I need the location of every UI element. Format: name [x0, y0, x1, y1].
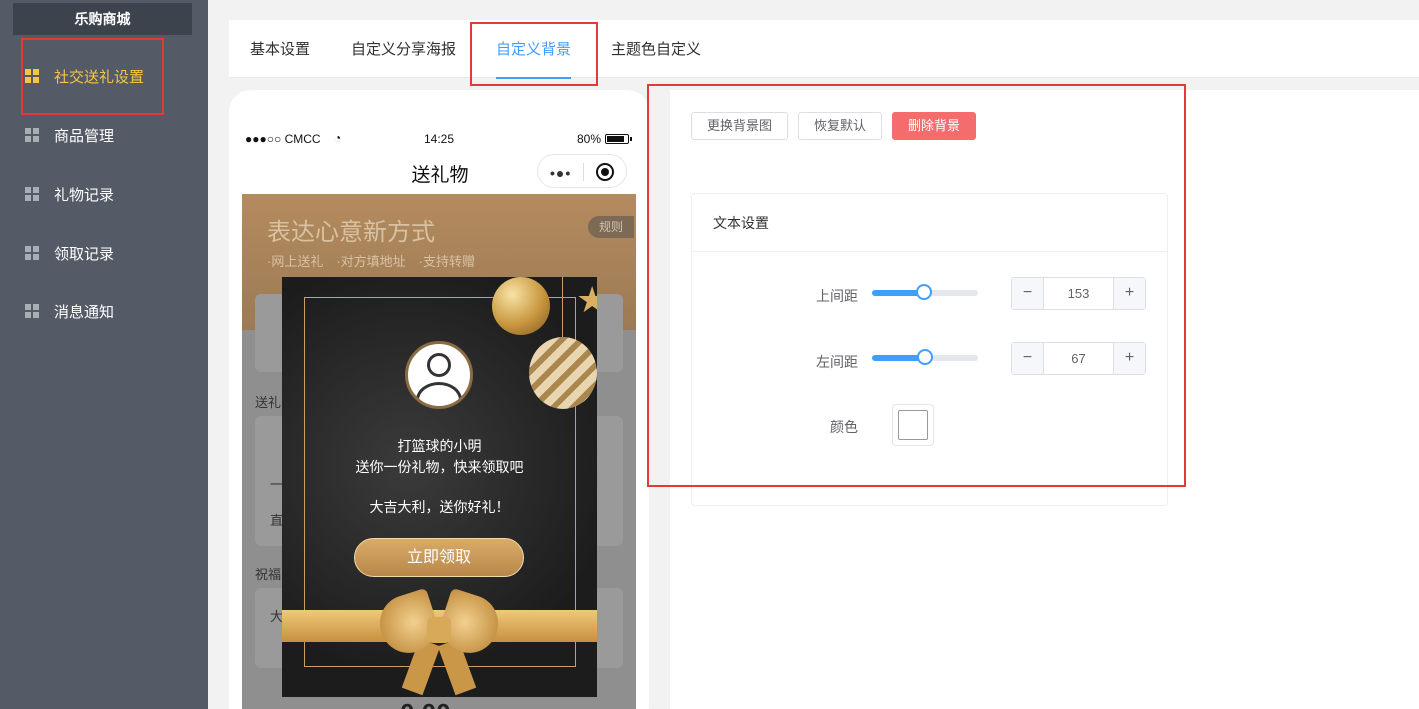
close-target-icon [596, 163, 614, 181]
ornament-ball-icon [492, 277, 550, 335]
more-icon: •●• [550, 165, 572, 181]
preview-nav-title: 送礼物 [411, 165, 469, 186]
color-swatch[interactable] [898, 410, 928, 440]
ornament-ball-icon [529, 337, 597, 409]
top-margin-slider[interactable] [872, 284, 978, 300]
top-margin-stepper[interactable]: − 153 + [1011, 277, 1146, 310]
delete-background-button[interactable]: 删除背景 [892, 112, 976, 140]
grid-icon [25, 187, 39, 201]
mini-program-capsule: •●• [537, 154, 627, 188]
sidebar-item-notifications[interactable]: 消息通知 [0, 291, 208, 331]
sidebar-item-label: 领取记录 [54, 245, 115, 263]
phone-status-bar: ●●●○○ CMCC ◔ 14:25 80% [245, 131, 635, 148]
avatar [405, 341, 473, 409]
preview-subline: ·网上送礼 ·对方填地址 ·支持转赠 [267, 254, 475, 269]
tab-share-poster[interactable]: 自定义分享海报 [351, 20, 456, 78]
replace-background-button[interactable]: 更换背景图 [691, 112, 788, 140]
sidebar-item-label: 礼物记录 [54, 186, 115, 204]
color-picker[interactable] [892, 404, 934, 446]
grid-icon [25, 128, 39, 142]
battery: 80% [576, 132, 632, 146]
poster-message: 送你一份礼物，快来领取吧 [355, 459, 524, 475]
grid-icon [25, 69, 39, 83]
slider-handle[interactable] [917, 349, 933, 365]
wifi-icon: ◔ [334, 131, 342, 145]
star-icon: ★ [576, 279, 597, 320]
sidebar-item-gift-settings[interactable]: 社交送礼设置 [0, 56, 208, 96]
sidebar-item-label: 社交送礼设置 [54, 68, 145, 86]
battery-percent: 80% [576, 132, 601, 146]
decrement-button[interactable]: − [1012, 343, 1044, 374]
tab-custom-background[interactable]: 自定义背景 [496, 20, 572, 79]
poster-sender: 打篮球的小明 [397, 438, 482, 454]
claim-button[interactable]: 立即领取 [354, 538, 524, 577]
color-label: 颜色 [830, 419, 858, 435]
preview-bottom-fragment: 0.00 [400, 698, 451, 709]
sidebar-item-goods[interactable]: 商品管理 [0, 115, 208, 155]
top-margin-value[interactable]: 153 [1044, 278, 1113, 309]
tab-bar: 基本设置 自定义分享海报 自定义背景 主题色自定义 [229, 20, 1419, 79]
sidebar-item-claim-records[interactable]: 领取记录 [0, 233, 208, 273]
status-time: 14:25 [424, 132, 455, 146]
left-margin-label: 左间距 [816, 354, 858, 370]
bow-icon [372, 587, 506, 696]
increment-button[interactable]: + [1113, 278, 1145, 309]
sidebar-item-label: 商品管理 [54, 127, 115, 145]
preview-headline: 表达心意新方式 [267, 219, 435, 246]
sidebar: 乐购商城 社交送礼设置 商品管理 礼物记录 领取记录 消息通知 [0, 0, 208, 709]
sidebar-item-label: 消息通知 [54, 303, 115, 321]
decrement-button[interactable]: − [1012, 278, 1044, 309]
sidebar-item-gift-records[interactable]: 礼物记录 [0, 174, 208, 214]
gift-poster: ★ 打篮球的小明 送你一份礼物，快来领取吧 大吉大利，送你好礼！ 立即领取 [282, 277, 597, 697]
rule-badge: 规则 [588, 216, 634, 238]
grid-icon [25, 246, 39, 260]
left-margin-stepper[interactable]: − 67 + [1011, 342, 1146, 375]
reset-default-button[interactable]: 恢复默认 [798, 112, 882, 140]
increment-button[interactable]: + [1113, 343, 1145, 374]
grid-icon [25, 304, 39, 318]
preview-label-wish: 祝福 [255, 567, 282, 582]
brand-title: 乐购商城 [13, 3, 192, 35]
battery-icon [605, 134, 632, 144]
top-margin-label: 上间距 [816, 288, 858, 304]
text-settings-title: 文本设置 [692, 194, 1167, 252]
preview-label-send: 送礼 [255, 395, 282, 410]
poster-wish: 大吉大利，送你好礼！ [369, 499, 510, 515]
carrier: ●●●○○ CMCC [245, 132, 321, 146]
left-margin-value[interactable]: 67 [1044, 343, 1113, 374]
tab-basic-settings[interactable]: 基本设置 [250, 20, 310, 78]
tab-theme-color[interactable]: 主题色自定义 [611, 20, 701, 78]
left-margin-slider[interactable] [872, 349, 978, 365]
slider-handle[interactable] [916, 284, 932, 300]
